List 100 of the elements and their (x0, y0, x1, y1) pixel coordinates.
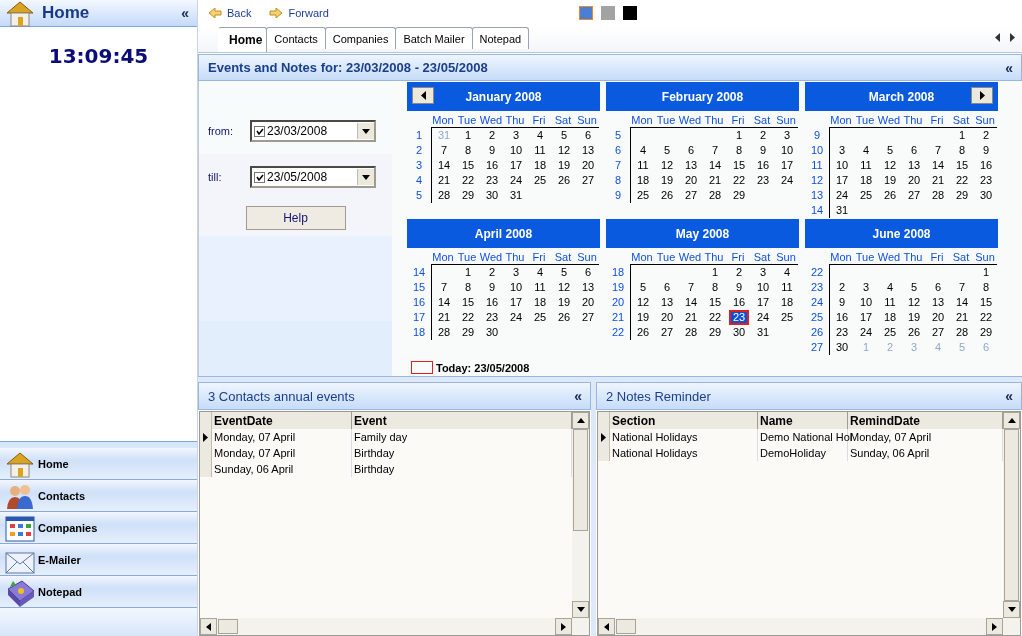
calendar-day[interactable]: 14 (952, 295, 972, 310)
calendar-day[interactable]: 18 (530, 158, 550, 173)
calendar-day[interactable]: 15 (458, 158, 478, 173)
calendar-day[interactable]: 5 (904, 280, 924, 295)
horizontal-scrollbar[interactable] (200, 618, 589, 635)
scroll-left-button[interactable] (598, 618, 615, 635)
calendar-day[interactable]: 10 (753, 280, 773, 295)
dropdown-button[interactable] (357, 123, 374, 139)
calendar-day[interactable]: 11 (856, 158, 876, 173)
date-picker[interactable]: 23/03/2008 (250, 120, 376, 142)
scroll-down-button[interactable] (1003, 601, 1020, 618)
calendar-day[interactable]: 2 (832, 280, 852, 295)
calendar-day[interactable]: 24 (856, 325, 876, 340)
calendar-day[interactable]: 13 (928, 295, 948, 310)
calendar-day[interactable]: 1 (729, 128, 749, 143)
calendar-day[interactable]: 30 (729, 325, 749, 340)
scroll-thumb[interactable] (218, 619, 238, 634)
calendar-day[interactable]: 27 (578, 310, 598, 325)
calendar-day[interactable]: 21 (681, 310, 701, 325)
calendar-day[interactable]: 10 (506, 280, 526, 295)
calendar-day[interactable]: 18 (530, 295, 550, 310)
calendar-day[interactable]: 1 (705, 265, 725, 280)
calendar-day[interactable]: 20 (578, 158, 598, 173)
calendar-day[interactable]: 27 (928, 325, 948, 340)
calendar-day[interactable]: 11 (530, 143, 550, 158)
calendar-day[interactable]: 25 (633, 188, 653, 203)
calendar-day[interactable]: 11 (530, 280, 550, 295)
calendar-day[interactable]: 21 (928, 173, 948, 188)
calendar-day[interactable]: 28 (681, 325, 701, 340)
calendar-day[interactable]: 18 (856, 173, 876, 188)
calendar-day[interactable]: 6 (578, 128, 598, 143)
column-header[interactable]: EventDate (212, 412, 352, 429)
checkbox[interactable] (254, 125, 265, 137)
calendar-day[interactable]: 29 (729, 188, 749, 203)
scroll-right-button[interactable] (986, 618, 1003, 635)
calendar-day[interactable]: 14 (705, 158, 725, 173)
calendar-day[interactable]: 12 (633, 295, 653, 310)
calendar-day[interactable]: 3 (506, 128, 526, 143)
calendar-day[interactable]: 12 (880, 158, 900, 173)
calendar-day[interactable]: 23 (753, 173, 773, 188)
calendar-day[interactable]: 14 (681, 295, 701, 310)
calendar-day[interactable]: 22 (705, 310, 725, 325)
splitter-handle[interactable] (0, 441, 197, 448)
horizontal-scrollbar[interactable] (598, 618, 1020, 635)
calendar-day[interactable]: 8 (458, 280, 478, 295)
calendar-day[interactable]: 1 (952, 128, 972, 143)
calendar-day[interactable]: 11 (880, 295, 900, 310)
theme-swatch[interactable] (600, 6, 615, 20)
calendar-day[interactable]: 12 (554, 280, 574, 295)
scroll-left-icon[interactable] (994, 33, 1002, 42)
calendar-day[interactable]: 6 (681, 143, 701, 158)
calendar-day[interactable]: 18 (880, 310, 900, 325)
calendar-day[interactable]: 17 (753, 295, 773, 310)
calendar-day[interactable]: 7 (705, 143, 725, 158)
calendar-day[interactable]: 28 (952, 325, 972, 340)
calendar-day[interactable]: 21 (705, 173, 725, 188)
calendar-day[interactable]: 7 (434, 280, 454, 295)
column-header[interactable]: Name (758, 412, 848, 429)
calendar-day[interactable]: 30 (482, 325, 502, 340)
calendar-day[interactable]: 30 (832, 340, 852, 355)
calendar-day[interactable]: 20 (681, 173, 701, 188)
calendar-day[interactable]: 16 (482, 158, 502, 173)
calendar-day[interactable]: 17 (506, 158, 526, 173)
calendar-day[interactable]: 5 (633, 280, 653, 295)
calendar-day[interactable]: 11 (633, 158, 653, 173)
vertical-scrollbar[interactable] (1003, 412, 1020, 618)
calendar-day[interactable]: 28 (928, 188, 948, 203)
calendar-day[interactable]: 21 (952, 310, 972, 325)
calendar-day[interactable]: 3 (777, 128, 797, 143)
calendar-day[interactable]: 6 (904, 143, 924, 158)
calendar-day[interactable]: 12 (554, 143, 574, 158)
calendar-day[interactable]: 7 (681, 280, 701, 295)
calendar-day[interactable]: 8 (976, 280, 996, 295)
calendar-day[interactable]: 15 (952, 158, 972, 173)
calendar-day[interactable]: 13 (578, 280, 598, 295)
calendar-day[interactable]: 23 (976, 173, 996, 188)
scroll-thumb[interactable] (1004, 429, 1019, 601)
tab[interactable]: Contacts (266, 27, 326, 49)
back-button[interactable]: Back (204, 7, 256, 19)
calendar-day[interactable]: 25 (530, 173, 550, 188)
calendar-day[interactable]: 20 (928, 310, 948, 325)
calendar-day[interactable]: 29 (952, 188, 972, 203)
calendar-day[interactable]: 29 (458, 325, 478, 340)
next-month-button[interactable] (971, 87, 993, 104)
calendar-day[interactable]: 6 (657, 280, 677, 295)
calendar-day[interactable]: 31 (506, 188, 526, 203)
calendar-day[interactable]: 8 (458, 143, 478, 158)
calendar-day[interactable]: 24 (506, 310, 526, 325)
collapse-button[interactable]: « (1003, 59, 1015, 76)
calendar-day[interactable]: 4 (530, 128, 550, 143)
calendar-day[interactable]: 17 (856, 310, 876, 325)
calendar-day[interactable]: 26 (554, 173, 574, 188)
collapse-button[interactable]: « (179, 5, 191, 21)
calendar-day[interactable]: 28 (434, 188, 454, 203)
calendar-day[interactable]: 26 (657, 188, 677, 203)
calendar-day[interactable]: 24 (506, 173, 526, 188)
scroll-right-button[interactable] (555, 618, 572, 635)
calendar-day[interactable]: 2 (976, 128, 996, 143)
calendar-day[interactable]: 9 (976, 143, 996, 158)
scroll-right-icon[interactable] (1008, 33, 1016, 42)
